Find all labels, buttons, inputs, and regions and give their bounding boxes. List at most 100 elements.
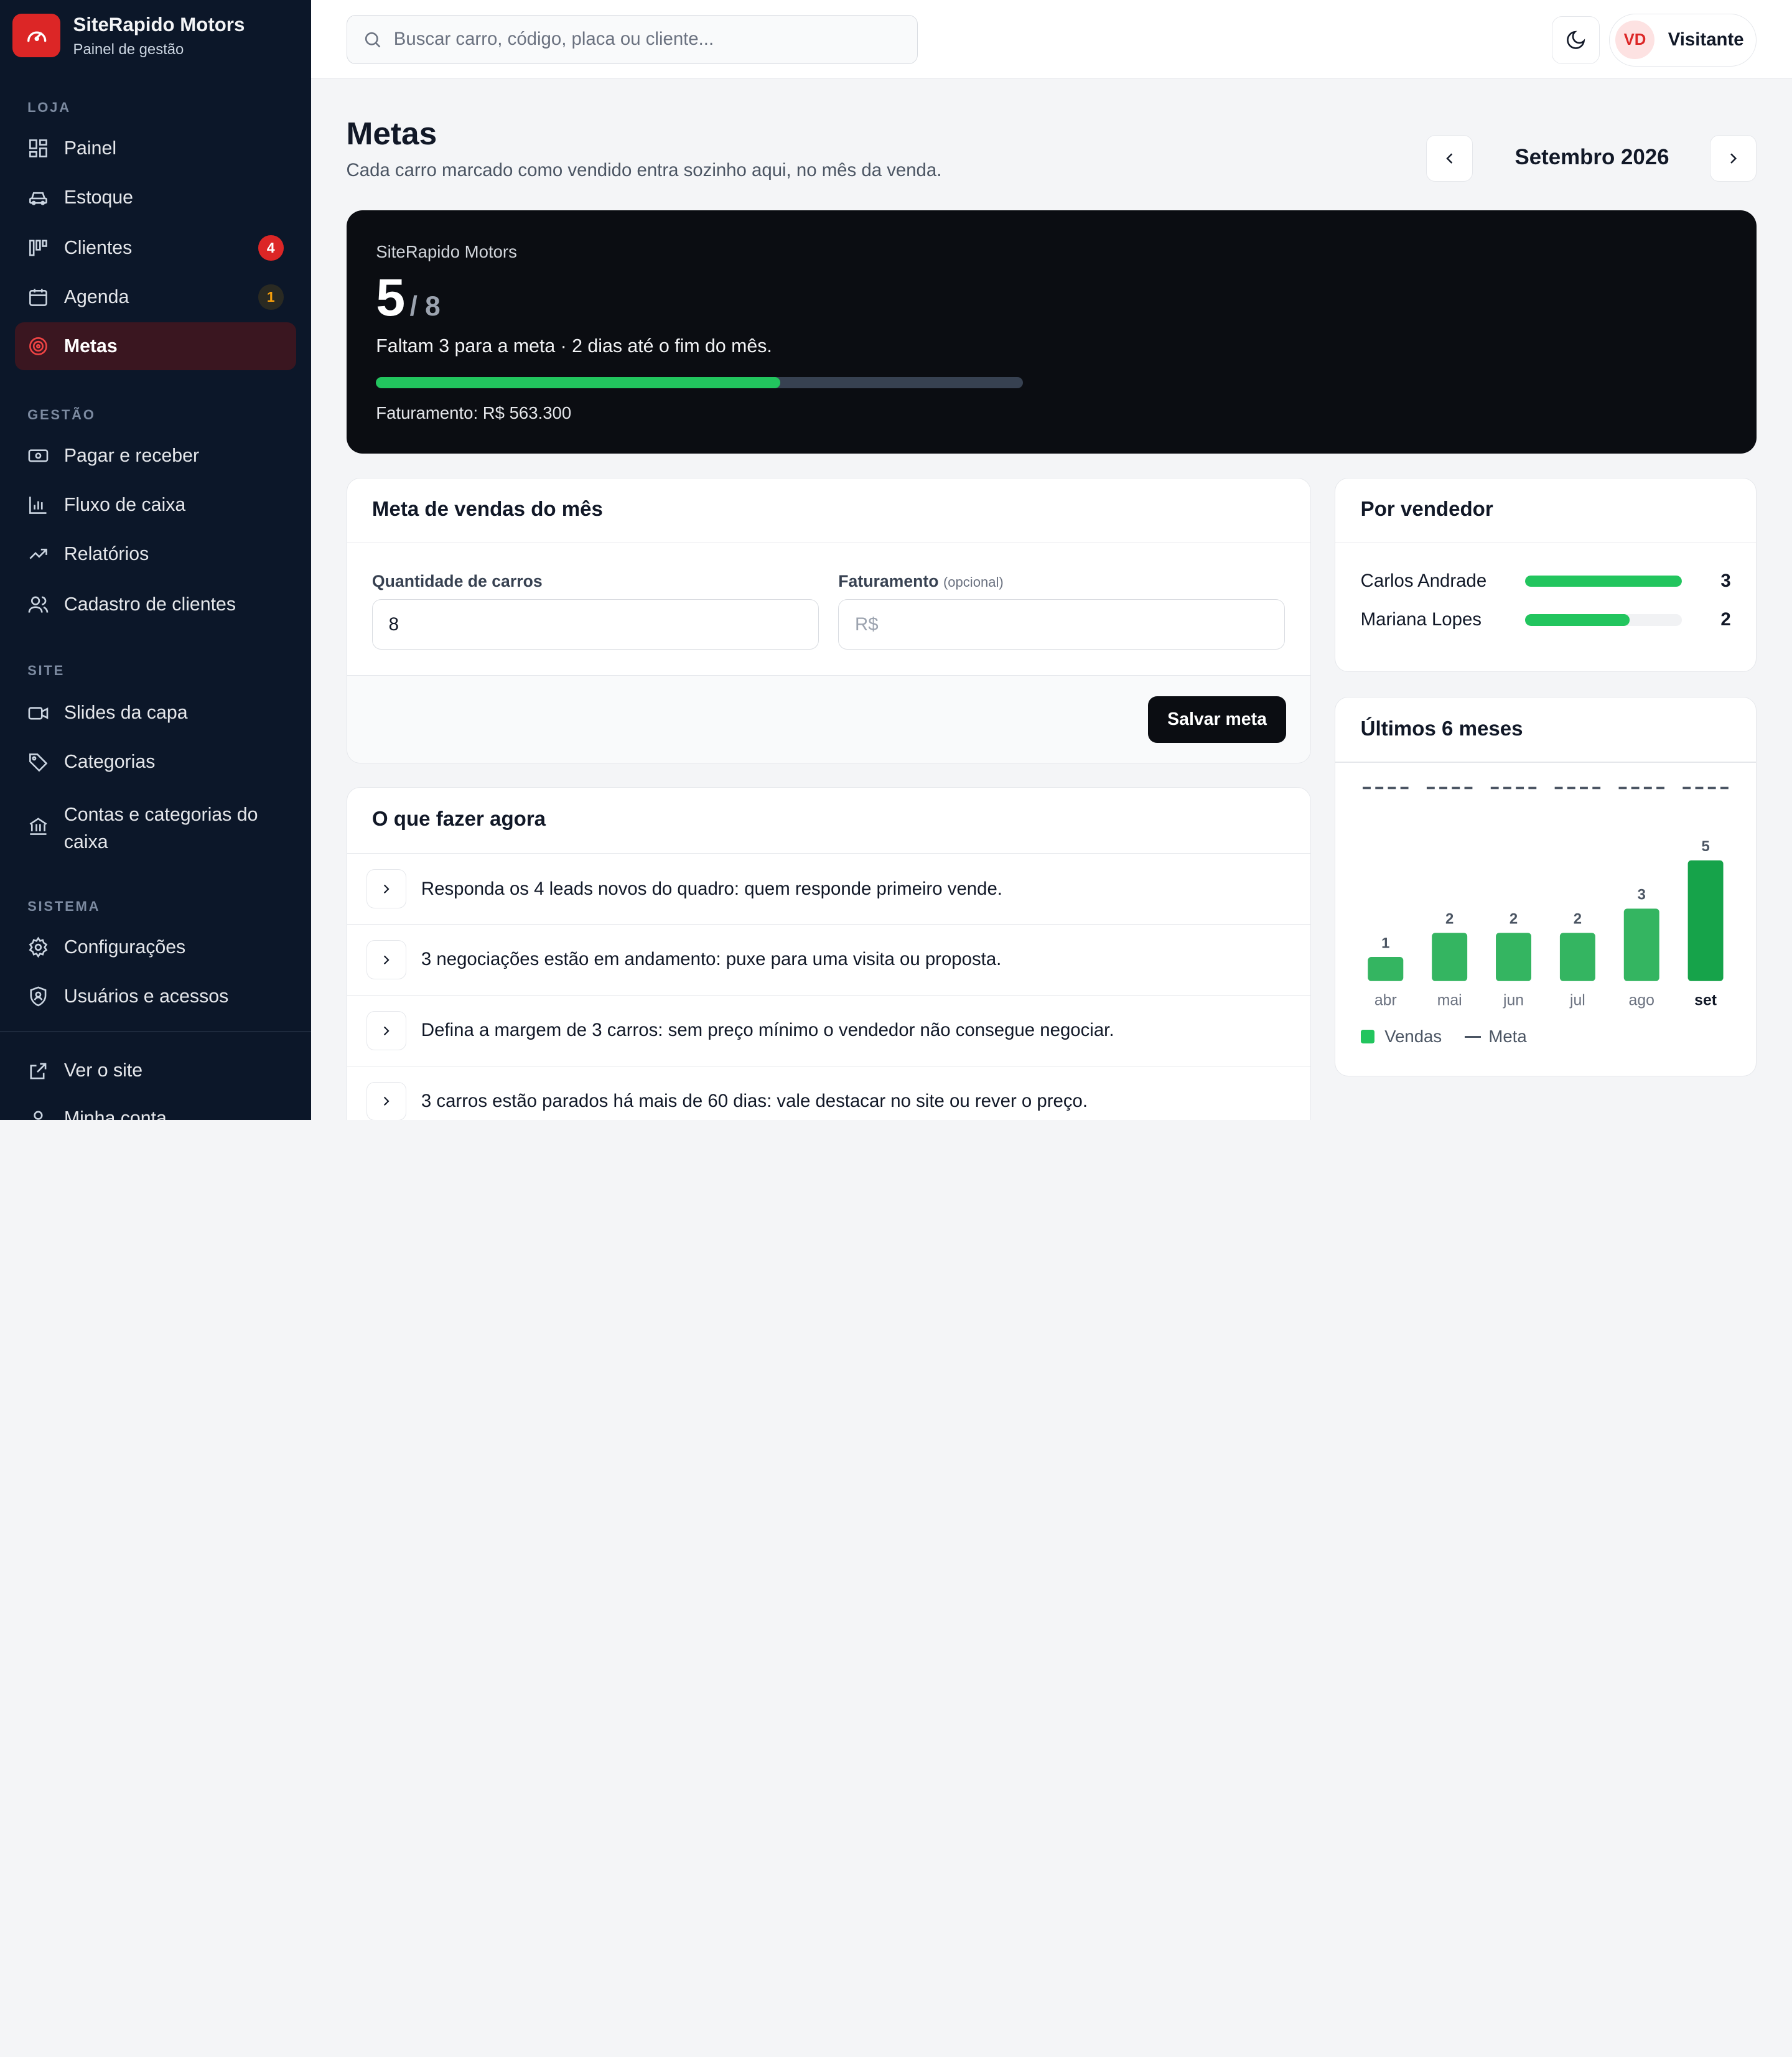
todo-text: Responda os 4 leads novos do quadro: que… xyxy=(421,878,1002,899)
gear-icon xyxy=(29,936,48,958)
goal-progress-bar xyxy=(376,377,1023,389)
sidebar-item-ver-site[interactable]: Ver o site xyxy=(15,1047,296,1094)
seller-bar-fill xyxy=(1525,614,1630,626)
tag-icon xyxy=(29,753,48,772)
todo-item[interactable]: 3 carros estão parados há mais de 60 dia… xyxy=(347,1065,1310,1120)
sidebar-item-label: Cadastro de clientes xyxy=(63,594,236,615)
sellers-title: Por vendedor xyxy=(1360,497,1493,521)
video-icon xyxy=(28,707,49,720)
avatar: VD xyxy=(1615,21,1654,60)
clientes-count-badge: 4 xyxy=(258,235,284,261)
sales-bar-ago xyxy=(1624,908,1659,981)
sidebar-item-usuarios-acessos[interactable]: Usuários e acessos xyxy=(15,973,296,1020)
dashboard-icon xyxy=(29,139,47,158)
sidebar-item-fluxo-caixa[interactable]: Fluxo de caixa xyxy=(15,481,296,529)
sidebar-item-relatorios[interactable]: Relatórios xyxy=(15,530,296,578)
chevron-right-icon xyxy=(1730,153,1737,164)
chart-legend: Vendas Meta xyxy=(1360,1027,1527,1047)
sidebar-item-label: Categorias xyxy=(63,752,156,773)
current-month: Setembro 2026 xyxy=(1514,145,1669,170)
sidebar-item-clientes[interactable]: Clientes 4 xyxy=(15,224,296,272)
users-icon xyxy=(28,596,49,613)
nav-section-loja: LOJA xyxy=(27,99,71,115)
agenda-count-badge: 1 xyxy=(258,284,284,310)
search-input[interactable] xyxy=(393,29,897,50)
todo-item[interactable]: 3 negociações estão em andamento: puxe p… xyxy=(347,924,1310,995)
sales-bar-jul xyxy=(1560,933,1596,981)
sidebar-item-contas-categorias-caixa[interactable]: Contas e categorias do caixa xyxy=(15,795,296,856)
chevron-left-icon xyxy=(1446,153,1453,164)
nav-section-sistema: SISTEMA xyxy=(27,898,101,914)
qty-input[interactable] xyxy=(371,599,819,650)
sidebar-item-label: Pagar e receber xyxy=(63,445,200,466)
hero-store-name: SiteRapido Motors xyxy=(376,242,517,262)
seller-name: Mariana Lopes xyxy=(1360,609,1482,630)
theme-toggle-button[interactable] xyxy=(1552,16,1600,64)
speedometer-icon xyxy=(12,14,61,57)
todo-item[interactable]: Responda os 4 leads novos do quadro: que… xyxy=(347,853,1310,924)
sales-bar-abr xyxy=(1368,957,1404,981)
user-icon xyxy=(34,1111,43,1120)
bar-chart-icon xyxy=(29,497,47,515)
todo-text: Defina a margem de 3 carros: sem preço m… xyxy=(421,1020,1114,1041)
sales-bar-set xyxy=(1687,860,1724,981)
nav-section-site: SITE xyxy=(27,663,65,679)
topbar: VD Visitante xyxy=(310,0,1792,79)
next-month-button[interactable] xyxy=(1709,134,1757,182)
revenue-label-text: Faturamento xyxy=(838,572,939,591)
car-icon xyxy=(29,192,47,205)
sidebar-item-cadastro-clientes[interactable]: Cadastro de clientes xyxy=(15,581,296,628)
sales-bar-mai xyxy=(1432,933,1468,981)
sidebar-item-label: Fluxo de caixa xyxy=(63,494,186,515)
sales-value-label-jun: 2 xyxy=(1510,911,1518,928)
save-goal-button[interactable]: Salvar meta xyxy=(1147,696,1287,743)
sidebar-item-categorias[interactable]: Categorias xyxy=(15,739,296,786)
hero-count: 5/ 8 xyxy=(376,269,440,335)
sidebar-item-slides-capa[interactable]: Slides da capa xyxy=(15,689,296,737)
sales-value-label-abr: 1 xyxy=(1381,935,1389,951)
chevron-right-icon xyxy=(366,869,407,908)
todo-text: 3 carros estão parados há mais de 60 dia… xyxy=(421,1091,1088,1112)
monthly-sales-chart: 1 abr 2 mai 2 jun 2 jul 3 ago 5 set xyxy=(1363,786,1729,1009)
sidebar-item-label: Configurações xyxy=(63,936,186,958)
brand[interactable]: SiteRapido Motors Painel de gestão xyxy=(12,14,245,58)
seller-value: 2 xyxy=(1720,609,1731,630)
sidebar-item-configuracoes[interactable]: Configurações xyxy=(15,923,296,971)
chart-title: Últimos 6 meses xyxy=(1360,717,1523,740)
todo-title: O que fazer agora xyxy=(371,807,546,831)
moon-icon xyxy=(1567,30,1585,49)
todo-item[interactable]: Defina a margem de 3 carros: sem preço m… xyxy=(347,994,1310,1066)
x-tick-label-abr: abr xyxy=(1374,992,1397,1009)
sold-count: 5 xyxy=(376,268,406,327)
seller-value: 3 xyxy=(1720,571,1731,592)
seller-bar xyxy=(1525,614,1682,626)
target-count: / 8 xyxy=(409,291,441,322)
sales-value-label-jul: 2 xyxy=(1574,911,1582,928)
sidebar-item-painel[interactable]: Painel xyxy=(15,124,296,172)
goal-form-footer: Salvar meta xyxy=(347,674,1310,763)
goal-progress-fill xyxy=(376,377,780,389)
sidebar-item-minha-conta[interactable]: Minha conta xyxy=(15,1095,296,1120)
sidebar-item-label: Relatórios xyxy=(63,543,149,564)
user-name: Visitante xyxy=(1668,29,1744,50)
x-tick-label-ago: ago xyxy=(1629,992,1654,1009)
revenue-label: Faturamento (opcional) xyxy=(838,572,1003,591)
sidebar-item-pagar-receber[interactable]: Pagar e receber xyxy=(15,432,296,480)
sellers-card: Por vendedor Carlos Andrade 3 Mariana Lo… xyxy=(1335,477,1757,672)
sidebar-item-label: Metas xyxy=(63,335,118,357)
divider xyxy=(347,542,1310,544)
prev-month-button[interactable] xyxy=(1426,134,1473,182)
nav-section-gestao: GESTÃO xyxy=(27,406,96,422)
sidebar-item-estoque[interactable]: Estoque xyxy=(15,174,296,222)
search-box[interactable] xyxy=(346,14,918,64)
revenue-optional-hint: (opcional) xyxy=(943,574,1004,590)
goal-progress-hero: SiteRapido Motors 5/ 8 Faltam 3 para a m… xyxy=(346,210,1757,454)
sidebar-item-label: Usuários e acessos xyxy=(63,986,229,1007)
x-tick-label-jun: jun xyxy=(1503,992,1524,1009)
revenue-input[interactable] xyxy=(838,599,1286,650)
chevron-right-icon xyxy=(366,1011,407,1050)
sidebar-item-metas[interactable]: Metas xyxy=(14,322,296,371)
sidebar-item-agenda[interactable]: Agenda 1 xyxy=(15,273,296,321)
sidebar-item-label: Agenda xyxy=(63,286,129,307)
user-menu-button[interactable]: VD Visitante xyxy=(1609,14,1757,67)
